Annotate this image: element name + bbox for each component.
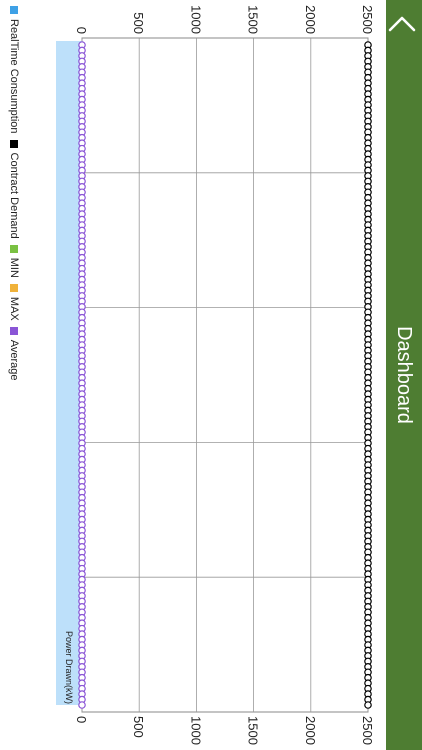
y-tick-label: 500	[131, 12, 146, 34]
legend-label: MIN	[8, 257, 20, 278]
power-chart: 0 0 500 500 1000 1000 1500 1500 2000 2000 2500 2500…	[56, 5, 375, 745]
y-tick-label: 2000	[303, 5, 318, 34]
bar-label: Power Drawn(kW)	[64, 631, 74, 704]
data-point	[364, 701, 372, 709]
y-tick-label: 0	[74, 27, 89, 34]
legend-label: RealTime Consumption	[8, 19, 20, 134]
rotated-dashboard: Dashboard 0 0 500 500 1000 1000 1500 1500 2000 20…	[0, 0, 422, 750]
legend-swatch	[10, 283, 18, 292]
page-title: Dashboard	[393, 326, 415, 424]
legend-item: RealTime Consumption	[8, 6, 20, 134]
legend-label: Contract Demand	[8, 152, 20, 239]
legend-swatch	[10, 326, 18, 335]
y-tick-label: 2500	[360, 716, 375, 745]
y-tick-label: 2000	[303, 716, 318, 745]
series-contract-demand	[364, 41, 372, 709]
y-tick-label: 500	[131, 716, 146, 738]
y-tick-label: 2500	[360, 5, 375, 34]
legend-label: MAX	[8, 296, 20, 321]
legend-swatch	[10, 6, 18, 14]
series-average	[78, 41, 86, 709]
y-tick-label: 1500	[246, 716, 261, 745]
y-tick-label: 1000	[188, 716, 203, 745]
y-tick-label: 0	[74, 716, 89, 723]
legend-item: Average	[8, 326, 20, 381]
plot-frame	[81, 37, 369, 713]
data-point	[78, 701, 86, 709]
chart-legend: RealTime Consumption Contract Demand MIN MA…	[6, 6, 22, 387]
realtime-consumption-bar	[56, 41, 82, 705]
navigation-bar: Dashboard	[386, 0, 422, 750]
legend-label: Average	[8, 339, 20, 381]
legend-item: Contract Demand	[8, 139, 20, 239]
legend-swatch	[10, 244, 18, 253]
legend-item: MAX	[8, 283, 20, 321]
y-tick-label: 1000	[188, 5, 203, 34]
legend-item: MIN	[8, 244, 20, 278]
y-tick-label: 1500	[246, 5, 261, 34]
legend-swatch	[10, 139, 18, 148]
